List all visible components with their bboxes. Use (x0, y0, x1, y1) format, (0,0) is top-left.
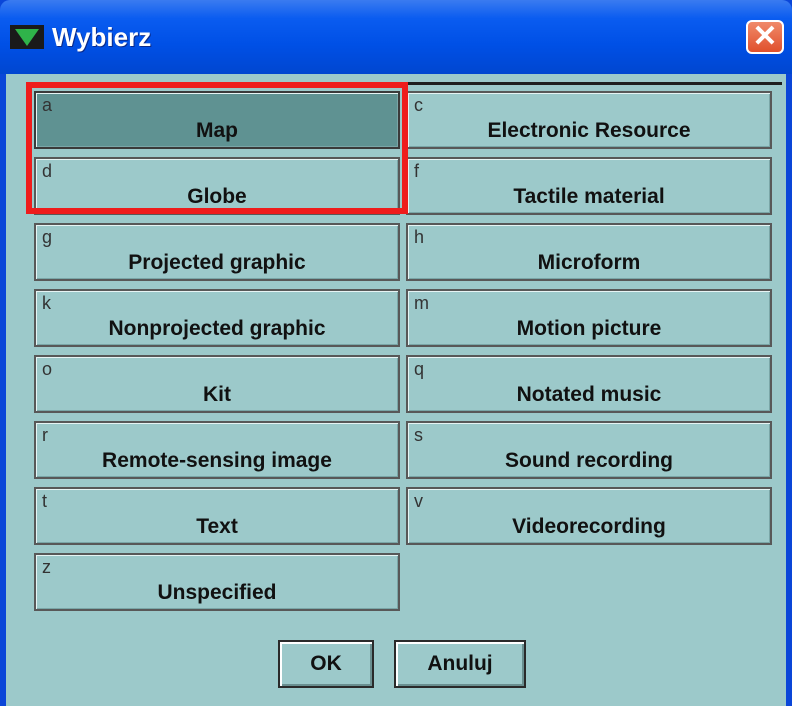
option-label: Projected graphic (128, 251, 306, 274)
option-unspecified[interactable]: z Unspecified (34, 553, 400, 611)
option-motion-picture[interactable]: m Motion picture (406, 289, 772, 347)
option-code: f (414, 161, 420, 181)
option-nonprojected-graphic[interactable]: k Nonprojected graphic (34, 289, 400, 347)
option-electronic-resource[interactable]: c Electronic Resource (406, 91, 772, 149)
option-label: Text (196, 515, 238, 538)
option-label: Tactile material (513, 185, 665, 208)
option-code: z (42, 557, 51, 577)
option-label: Motion picture (516, 317, 662, 340)
option-microform[interactable]: h Microform (406, 223, 772, 281)
window-title: Wybierz (52, 22, 152, 52)
option-label: Microform (537, 251, 641, 274)
option-label: Videorecording (512, 515, 666, 538)
option-code: k (42, 293, 51, 313)
option-code: o (42, 359, 53, 379)
option-code: t (42, 491, 48, 511)
option-code: v (414, 491, 423, 511)
option-label: Nonprojected graphic (108, 317, 326, 340)
option-label: Sound recording (505, 449, 673, 472)
option-code: r (42, 425, 48, 445)
option-sound-recording[interactable]: s Sound recording (406, 421, 772, 479)
option-label: Notated music (516, 383, 662, 406)
option-label: Kit (203, 383, 231, 406)
option-code: g (42, 227, 53, 247)
ok-button[interactable]: OK (278, 640, 374, 688)
close-icon: ✕ (752, 20, 778, 53)
option-notated-music[interactable]: q Notated music (406, 355, 772, 413)
option-code: q (414, 359, 425, 379)
option-remote-sensing-image[interactable]: r Remote-sensing image (34, 421, 400, 479)
option-text[interactable]: t Text (34, 487, 400, 545)
option-code: h (414, 227, 425, 247)
option-kit[interactable]: o Kit (34, 355, 400, 413)
title-bar[interactable]: Wybierz ✕ (0, 0, 792, 74)
app-triangle-icon (10, 25, 44, 49)
option-code: c (414, 95, 423, 115)
option-label: Unspecified (157, 581, 277, 604)
selection-highlight-box (26, 82, 408, 214)
option-code: s (414, 425, 423, 445)
cancel-button[interactable]: Anuluj (394, 640, 526, 688)
option-label: Remote-sensing image (102, 449, 332, 472)
dialog-window: Wybierz ✕ a Map c Electronic Resource d … (0, 0, 792, 706)
option-projected-graphic[interactable]: g Projected graphic (34, 223, 400, 281)
option-videorecording[interactable]: v Videorecording (406, 487, 772, 545)
option-code: m (414, 293, 429, 313)
option-label: Electronic Resource (487, 119, 691, 142)
close-button[interactable]: ✕ (746, 20, 784, 54)
option-tactile-material[interactable]: f Tactile material (406, 157, 772, 215)
